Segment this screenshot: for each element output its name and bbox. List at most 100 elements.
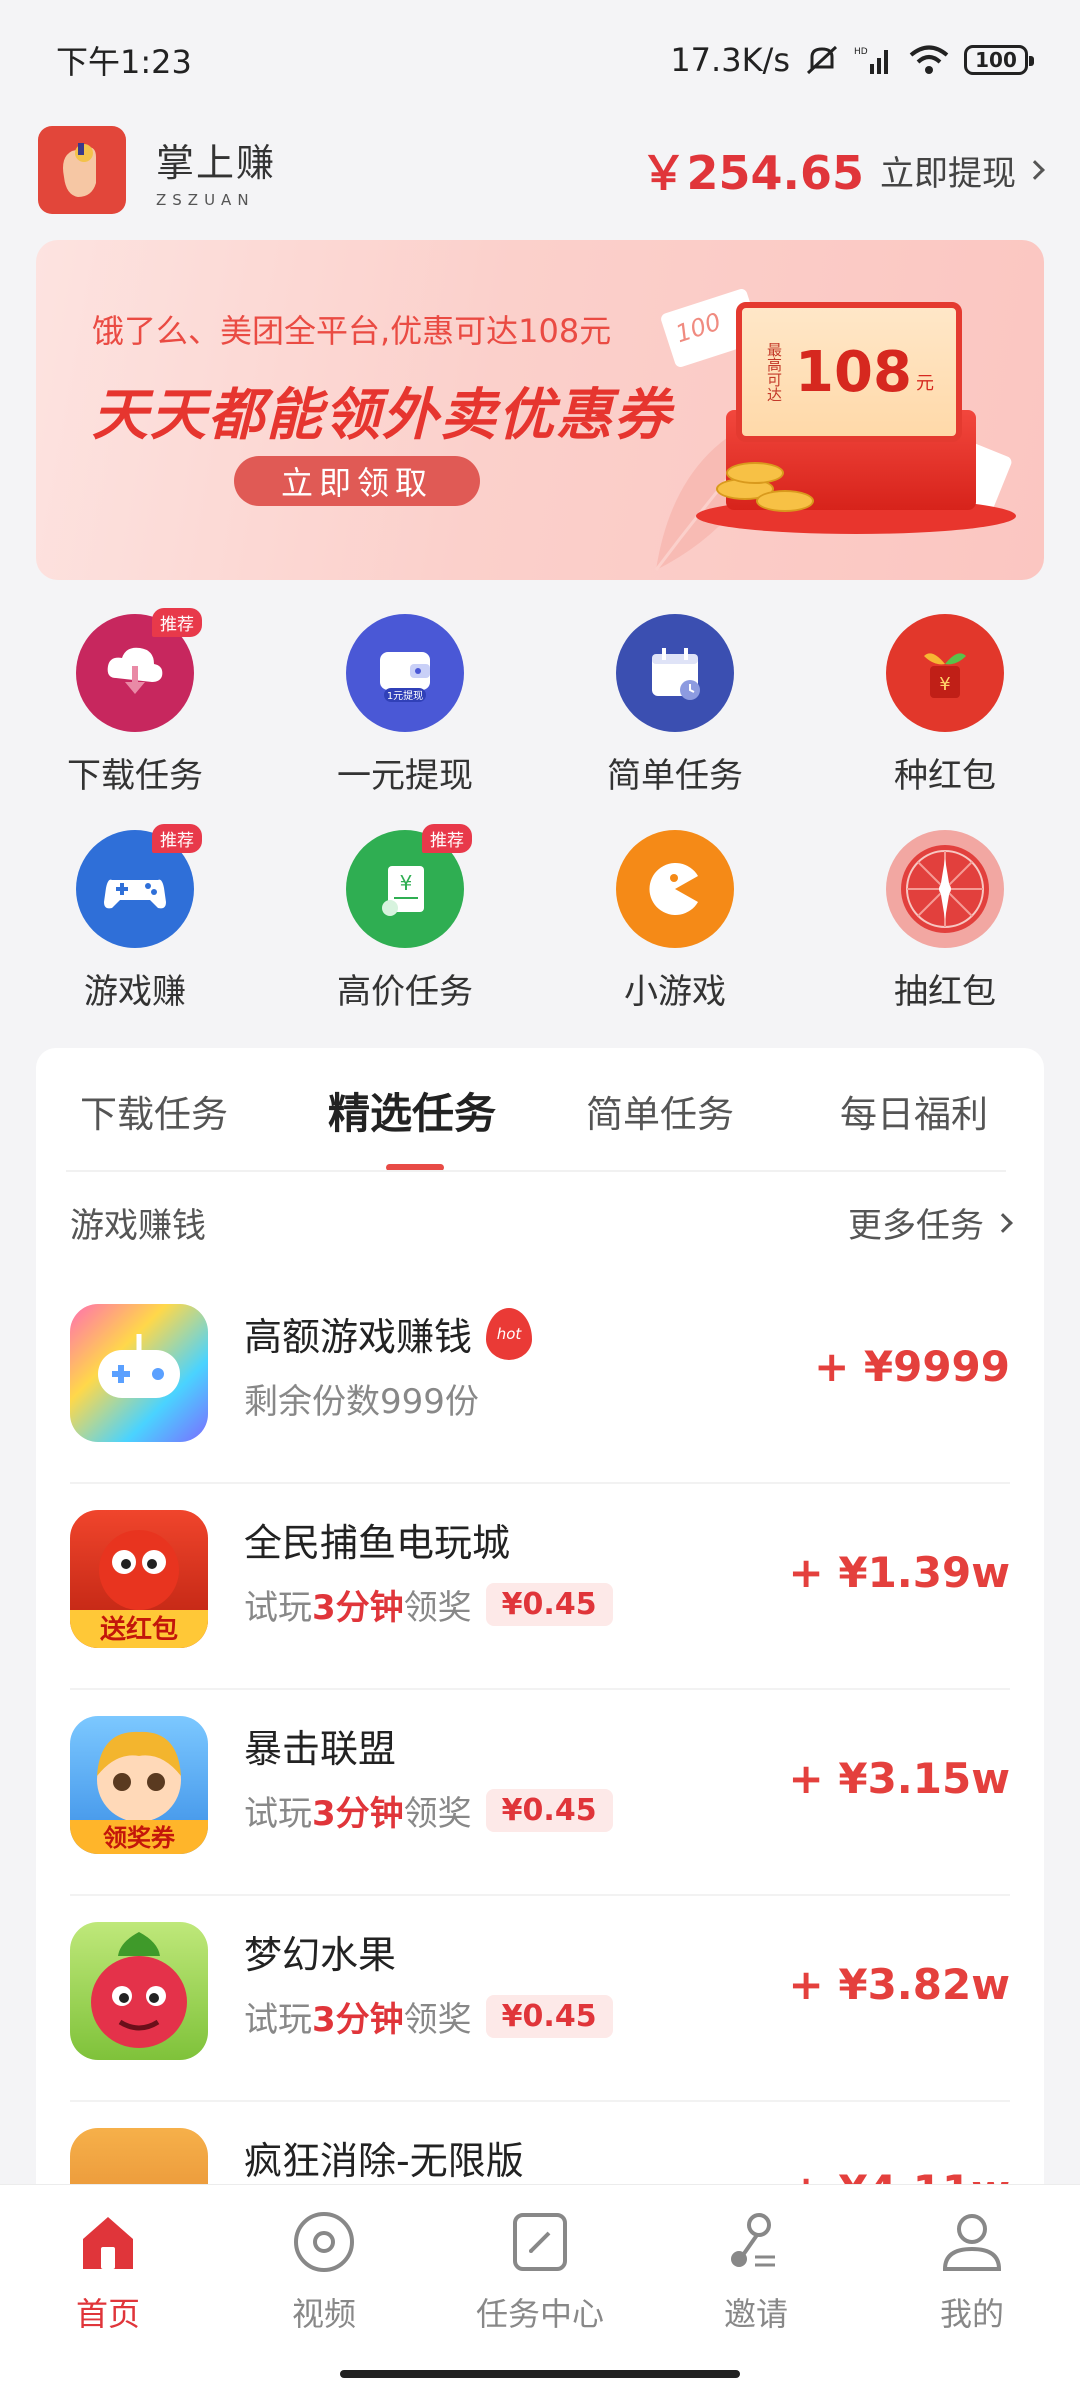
grid-item-one-yuan-withdraw[interactable]: 1元提现 一元提现 [270,600,540,810]
gamepad-icon: 推荐 [76,824,202,948]
tab-divider [66,1170,1006,1172]
grid-label: 抽红包 [894,972,996,1012]
banner-subtitle: 饿了么、美团全平台,优惠可达108元 [92,312,612,350]
balance-amount: ￥254.65 [640,146,864,200]
home-indicator[interactable] [340,2370,740,2378]
recommend-badge: 推荐 [152,608,202,637]
grid-item-game-earn[interactable]: 推荐 游戏赚 [0,816,270,1026]
task-reward: + ¥1.39w [788,1548,1010,1597]
pacman-icon [616,830,734,948]
grid-item-simple-task[interactable]: 简单任务 [540,600,810,810]
withdraw-label: 立即提现 [880,153,1016,194]
task-tabs: 下载任务 精选任务 简单任务 每日福利 [36,1048,1044,1172]
grid-item-plant-red-packet[interactable]: ¥ 种红包 [810,600,1080,810]
price-tag-icon: ¥ 推荐 [346,824,472,948]
coupon-card: 最高可达 108 元 [736,302,962,442]
nav-video[interactable]: 视频 [216,2207,432,2357]
hot-flame-icon: hot [486,1307,533,1360]
task-reward: + ¥3.15w [788,1754,1010,1803]
home-icon [83,2217,133,2269]
task-title: 全民捕鱼电玩城 [244,1521,511,1565]
svg-text:领奖券: 领奖券 [103,1824,176,1852]
nav-label: 首页 [75,2295,140,2333]
tab-featured-task[interactable]: 精选任务 [328,1080,496,1141]
wheel-icon [886,830,1004,948]
strike-alliance-app-icon: 领奖券 [70,1716,208,1854]
more-tasks-link[interactable]: 更多任务 [848,1198,1013,1247]
grid-item-download-task[interactable]: 推荐 下载任务 [0,600,270,810]
task-subtitle: 试玩 3分钟 领奖 ¥0.45 [244,1580,613,1629]
fishing-game-app-icon: 送红包 [70,1510,208,1648]
svg-text:HD: HD [854,47,868,57]
reward-pill: ¥0.45 [485,1789,613,1832]
task-row[interactable]: 高额游戏赚钱 hot 剩余份数999份 + ¥9999 [70,1278,1010,1484]
section-title: 游戏赚钱 [70,1206,206,1246]
svg-text:1元提现: 1元提现 [387,690,423,702]
app-logo [38,126,126,214]
app-subname: ZSZUAN [156,190,255,209]
app-name: 掌上赚 [156,140,277,185]
feature-grid: 推荐 下载任务 1元提现 一元提现 简单任务 ¥ 种红包 推荐 游戏赚 ¥ 推荐… [0,600,1080,1020]
recommend-badge: 推荐 [152,824,202,853]
task-row[interactable]: 领奖券 暴击联盟 试玩 3分钟 领奖 ¥0.45 + ¥3.15w [70,1690,1010,1896]
nav-label: 我的 [939,2295,1004,2333]
claim-button[interactable]: 立即领取 [234,456,480,506]
nav-invite[interactable]: 邀请 [648,2207,864,2357]
invite-icon [731,2213,775,2267]
promo-banner[interactable]: 饿了么、美团全平台,优惠可达108元 天天都能领外卖优惠券 立即领取 100 1… [36,240,1044,580]
reward-pill: ¥0.45 [485,1995,613,2038]
svg-text:¥: ¥ [939,674,950,695]
signal-icon: HD [854,47,888,74]
network-speed: 17.3K/s [670,41,790,79]
tab-download-task[interactable]: 下载任务 [80,1084,228,1138]
video-disc-icon [294,2212,354,2272]
grid-label: 高价任务 [337,972,473,1012]
status-bar: 下午1:23 17.3K/s HD 100 [0,0,1080,120]
task-title: 高额游戏赚钱 hot [244,1306,533,1361]
nav-home[interactable]: 首页 [0,2207,216,2357]
nav-profile[interactable]: 我的 [864,2207,1080,2357]
tab-daily-welfare[interactable]: 每日福利 [840,1084,988,1138]
grid-label: 种红包 [894,756,996,796]
coupon-unit: 元 [915,373,934,394]
task-reward: + ¥9999 [814,1342,1010,1391]
balance-area[interactable]: ￥254.65 立即提现 [640,137,1045,203]
nav-label: 任务中心 [475,2295,604,2333]
status-icons: 17.3K/s HD 100 [670,41,1034,79]
section-header: 游戏赚钱 更多任务 [70,1198,1013,1247]
brand: 掌上赚 ZSZUAN [38,126,276,214]
task-reward: + ¥3.82w [788,1960,1010,2009]
nav-task-center[interactable]: 任务中心 [432,2207,648,2357]
profile-icon [942,2214,1002,2271]
grid-label: 下载任务 [67,756,203,796]
wifi-icon [909,45,949,74]
status-time: 下午1:23 [56,43,192,81]
grid-label: 一元提现 [337,756,473,796]
grid-item-high-price-task[interactable]: ¥ 推荐 高价任务 [270,816,540,1026]
task-center-icon [513,2213,567,2271]
nav-label: 视频 [291,2295,356,2333]
grid-item-mini-game[interactable]: 小游戏 [540,816,810,1026]
banner-title: 天天都能领外卖优惠券 [92,383,672,448]
task-subtitle: 试玩 3分钟 领奖 ¥0.45 [244,1992,613,2041]
download-icon: 推荐 [76,608,202,732]
wallet-icon: 1元提现 [346,614,464,732]
mute-icon [806,45,838,75]
withdraw-button[interactable]: 立即提现 [880,146,1045,195]
battery-icon: 100 [964,45,1034,75]
grid-label: 小游戏 [624,972,726,1012]
chevron-right-icon [1025,160,1045,180]
red-packet-plant-icon: ¥ [886,614,1004,732]
task-subtitle: 剩余份数999份 [244,1382,479,1422]
nav-label: 邀请 [723,2295,788,2333]
task-row[interactable]: 送红包 全民捕鱼电玩城 试玩 3分钟 领奖 ¥0.45 + ¥1.39w [70,1484,1010,1690]
grid-label: 简单任务 [607,756,743,796]
app-header: 掌上赚 ZSZUAN ￥254.65 立即提现 [0,120,1080,220]
chevron-right-icon [993,1212,1013,1233]
grid-label: 游戏赚 [84,972,186,1012]
task-row[interactable]: 梦幻水果 试玩 3分钟 领奖 ¥0.45 + ¥3.82w [70,1896,1010,2102]
grid-item-draw-red-packet[interactable]: 抽红包 [810,816,1080,1026]
reward-pill: ¥0.45 [485,1583,613,1626]
recommend-badge: 推荐 [422,824,472,853]
tab-simple-task[interactable]: 简单任务 [586,1084,734,1138]
